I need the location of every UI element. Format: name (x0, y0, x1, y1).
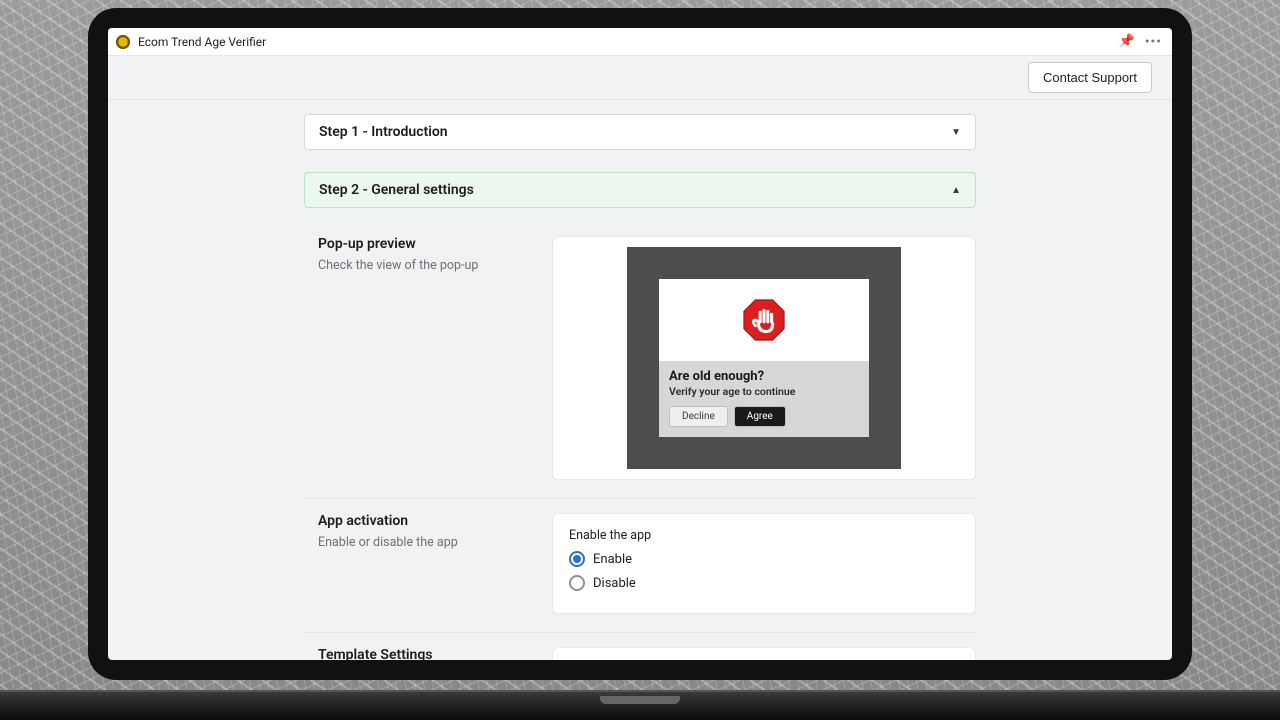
app-logo-icon (116, 35, 130, 49)
caret-down-icon: ▼ (951, 127, 961, 138)
preview-card: Are old enough? Verify your age to conti… (552, 236, 976, 480)
preview-modal: Are old enough? Verify your age to conti… (659, 279, 869, 437)
toolbar: Contact Support (108, 56, 1172, 100)
radio-disable[interactable]: Disable (569, 575, 959, 591)
section-popup-preview: Pop-up preview Check the view of the pop… (304, 222, 976, 498)
preview-backdrop: Are old enough? Verify your age to conti… (627, 247, 901, 469)
more-menu-icon[interactable]: ••• (1145, 34, 1162, 50)
section-template-settings: Template Settings Specify template setti… (304, 632, 976, 660)
radio-disable-label: Disable (593, 576, 636, 591)
popup-subtitle: Verify your age to continue (669, 385, 859, 398)
radio-disable-indicator (569, 575, 585, 591)
radio-enable-indicator (569, 551, 585, 567)
activation-desc: Enable or disable the app (318, 535, 528, 550)
caret-up-icon: ▲ (951, 185, 961, 196)
laptop-base (0, 690, 1280, 720)
laptop-frame: Ecom Trend Age Verifier 📌 ••• Contact Su… (88, 8, 1192, 680)
accordion-step1[interactable]: Step 1 - Introduction ▼ (304, 114, 976, 150)
titlebar: Ecom Trend Age Verifier 📌 ••• (108, 28, 1172, 56)
popup-decline-button[interactable]: Decline (669, 406, 728, 427)
app-screen: Ecom Trend Age Verifier 📌 ••• Contact Su… (108, 28, 1172, 660)
pin-icon[interactable]: 📌 (1119, 34, 1135, 49)
template-title: Template Settings (318, 647, 528, 660)
radio-enable-label: Enable (593, 552, 632, 567)
content-area: Step 1 - Introduction ▼ Step 2 - General… (108, 100, 1172, 660)
activation-field-label: Enable the app (569, 528, 959, 543)
step2-panel: Pop-up preview Check the view of the pop… (304, 208, 976, 660)
accordion-step2[interactable]: Step 2 - General settings ▲ (304, 172, 976, 208)
activation-title: App activation (318, 513, 528, 529)
preview-title: Pop-up preview (318, 236, 528, 252)
preview-desc: Check the view of the pop-up (318, 258, 528, 273)
radio-enable[interactable]: Enable (569, 551, 959, 567)
stop-hand-icon (741, 297, 787, 343)
accordion-step2-label: Step 2 - General settings (319, 182, 474, 198)
app-title: Ecom Trend Age Verifier (138, 35, 266, 49)
popup-title: Are old enough? (669, 369, 859, 384)
section-app-activation: App activation Enable or disable the app… (304, 498, 976, 632)
accordion-step1-label: Step 1 - Introduction (319, 124, 448, 140)
activation-card: Enable the app Enable Disable (552, 513, 976, 614)
popup-agree-button[interactable]: Agree (734, 406, 786, 427)
contact-support-button[interactable]: Contact Support (1028, 62, 1152, 93)
template-card: Pop-up template Template 3 ▲▼ (552, 647, 976, 660)
